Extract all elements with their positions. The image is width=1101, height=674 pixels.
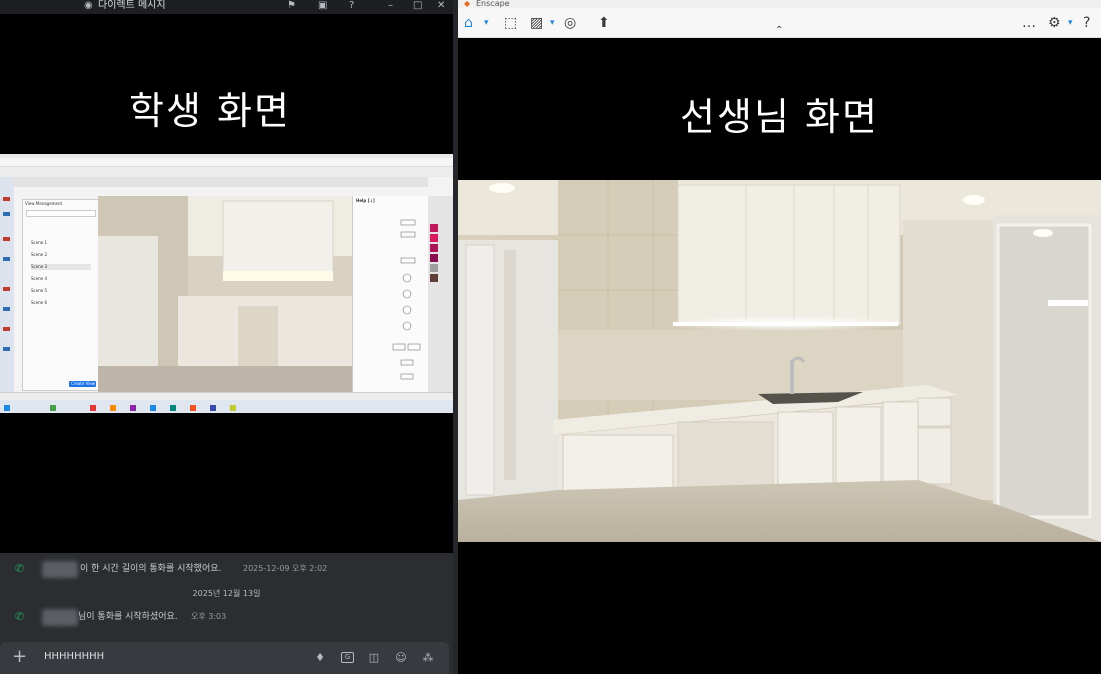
enscape-title: Enscape [476,0,510,8]
scene-item-selected[interactable]: Scene 3 [31,264,91,270]
scene-item[interactable]: Scene 6 [31,300,47,306]
app-toolbar [0,158,453,171]
upload-icon[interactable]: ⬆ [598,14,610,32]
student-screen-caption: 학생 화면 [129,89,291,133]
gift-icon[interactable]: ♦ [314,652,326,664]
shared-screen: View Management Scene 1 Scene 2 Scene 3 … [0,154,453,413]
maximize-icon[interactable]: □ [413,0,422,12]
swatch[interactable] [430,244,438,252]
add-attachment-icon[interactable]: + [12,646,27,667]
date-separator: 2025년 12월 13일 [192,589,261,598]
create-view-button[interactable]: Create View [69,381,96,387]
swatch[interactable] [430,264,438,272]
phone-icon: ✆ [15,610,25,623]
scene-item[interactable]: Scene 5 [31,288,47,294]
image-icon[interactable]: ▨ [530,14,543,32]
view-management-panel: View Management Scene 1 Scene 2 Scene 3 … [22,199,100,391]
more-icon[interactable]: … [1022,14,1036,32]
windows-taskbar [0,400,453,413]
discord-titlebar: ◉ 다이렉트 메시지 ⚑ ▣ ? – □ ✕ [0,0,453,14]
message-input[interactable]: HHHHHHHH [44,651,104,662]
username-redacted [42,609,78,626]
close-icon[interactable]: ✕ [437,0,445,12]
minimize-icon[interactable]: – [388,0,393,12]
call-message-time: 오후 3:03 [191,612,227,621]
sticker-icon[interactable]: ◫ [368,652,380,664]
settings-icon[interactable]: ⚙ [1048,14,1061,32]
kitchen-render [458,180,1101,542]
inner-toolbar [14,177,428,187]
gif-icon[interactable]: G [341,652,354,663]
chevron-down-icon[interactable]: ▾ [550,14,555,32]
property-controls [392,219,421,380]
chevron-down-icon[interactable]: ▾ [1068,14,1073,32]
call-message: ✆ 님이 통화를 시작하셨어요. 오후 3:03 [0,606,453,628]
discord-window: ◉ 다이렉트 메시지 ⚑ ▣ ? – □ ✕ 학생 화면 View Manage… [0,0,453,674]
scene-item[interactable]: Scene 2 [31,252,47,258]
tool-palette [0,177,14,409]
swatch[interactable] [430,254,438,262]
kitchen-thumbnail [98,196,352,392]
username-redacted [42,561,78,578]
enscape-toolbar: ⌂ ▾ ⬚ ▨ ▾ ◎ ⬆ ⌃ … ⚙ ▾ ? [458,8,1101,38]
create-view-label: Create View [71,381,96,386]
help-circle-icon[interactable]: ? [1083,14,1090,32]
scene-item[interactable]: Scene 1 [31,240,47,246]
call-message-text: 이 한 시간 길이의 통화를 시작했어요. [80,564,222,574]
call-message-time: 2025-12-09 오후 2:02 [243,564,328,573]
360-view-icon[interactable]: ◎ [564,14,576,32]
swatch[interactable] [430,224,438,232]
phone-icon: ✆ [15,562,25,575]
swatch[interactable] [430,234,438,242]
properties-title: Help [↓] [356,198,375,203]
enscape-titlebar: ◆ Enscape [458,0,1101,8]
emoji-icon[interactable]: ☺ [395,652,407,664]
teacher-screen-caption: 선생님 화면 [680,95,879,139]
chevron-down-icon[interactable]: ▾ [484,14,489,32]
apps-icon[interactable]: ⁂ [422,652,434,664]
enscape-logo-icon: ◆ [464,0,471,8]
call-message-text: 님이 통화를 시작하셨어요. [78,612,178,622]
tool-icons [3,197,10,351]
taskbar-icons [4,405,236,411]
swatch[interactable] [430,274,438,282]
cursor-icon[interactable]: ⬚ [504,14,517,32]
notification-icon[interactable]: ▣ [318,0,327,12]
window-title: 다이렉트 메시지 [98,0,166,11]
material-swatches [428,196,453,392]
collapse-chevron-icon[interactable]: ⌃ [775,22,783,40]
home-icon[interactable]: ⌂ [464,14,473,32]
call-message: ✆ 이 한 시간 길이의 통화를 시작했어요. 2025-12-09 오후 2:… [0,558,453,580]
view-search-input[interactable] [26,210,96,217]
inbox-icon[interactable]: ⚑ [287,0,296,12]
scene-item[interactable]: Scene 4 [31,276,47,282]
enscape-window: ◆ Enscape ⌂ ▾ ⬚ ▨ ▾ ◎ ⬆ ⌃ … ⚙ ▾ ? 선생님 화면 [458,0,1101,674]
properties-panel: Help [↓] [352,196,429,392]
sketchup-viewport[interactable] [98,196,352,392]
scene-tabs [0,167,453,177]
help-icon[interactable]: ? [349,0,354,12]
message-composer[interactable]: + HHHHHHHH ♦ G ◫ ☺ ⁂ [0,642,449,674]
view-panel-title: View Management [25,201,63,206]
discord-logo-icon: ◉ [84,0,93,11]
enscape-render-view[interactable] [458,180,1101,542]
